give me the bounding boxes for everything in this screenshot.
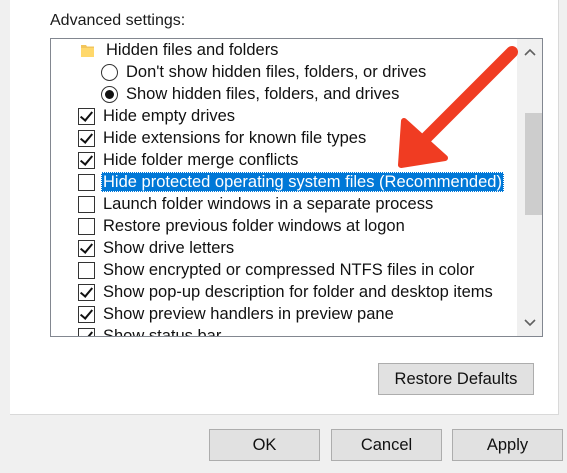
checkbox[interactable] [78,151,95,169]
tree-item-label: Hide extensions for known file types [103,129,367,147]
tree-item-label: Launch folder windows in a separate proc… [103,195,434,213]
advanced-settings-panel: Advanced settings: Hidden files and fold… [10,0,559,415]
tree-item-label: Show hidden files, folders, and drives [126,85,400,103]
checkbox-hide-merge-conflicts[interactable]: Hide folder merge conflicts [78,149,300,171]
radio-button-selected[interactable] [101,85,118,103]
scroll-up-button[interactable] [517,41,542,63]
tree-item-label: Hide empty drives [103,107,236,125]
advanced-settings-label: Advanced settings: [50,12,186,29]
tree-item-label: Show status bar [103,327,222,336]
checkbox[interactable] [78,129,95,147]
chevron-up-icon [523,48,536,56]
checkbox[interactable] [78,107,95,125]
tree-item-label: Show drive letters [103,239,235,257]
radio-show-hidden[interactable]: Show hidden files, folders, and drives [101,83,401,105]
checkbox-launch-separate-process[interactable]: Launch folder windows in a separate proc… [78,193,435,215]
cancel-button[interactable]: Cancel [331,429,442,461]
checkbox[interactable] [78,327,95,336]
checkbox[interactable] [78,195,95,213]
checkbox-show-popup-description[interactable]: Show pop-up description for folder and d… [78,281,495,303]
radio-button[interactable] [101,63,118,81]
tree-item-label: Hide protected operating system files (R… [101,172,504,192]
apply-button[interactable]: Apply [452,429,563,461]
checkbox[interactable] [78,173,95,191]
checkbox-restore-previous-windows[interactable]: Restore previous folder windows at logon [78,215,407,237]
checkbox[interactable] [78,305,95,323]
checkbox-show-status-bar[interactable]: Show status bar [78,325,223,336]
checkbox[interactable] [78,261,95,279]
checkbox-hide-extensions[interactable]: Hide extensions for known file types [78,127,368,149]
chevron-down-icon [523,319,536,327]
checkbox-show-drive-letters[interactable]: Show drive letters [78,237,236,259]
vertical-scrollbar[interactable] [517,39,542,336]
tree-item-hidden-files-folder[interactable]: Hidden files and folders [81,39,280,61]
advanced-settings-tree[interactable]: Hidden files and folders Don't show hidd… [50,38,543,337]
checkbox-show-preview-handlers[interactable]: Show preview handlers in preview pane [78,303,396,325]
scroll-down-button[interactable] [517,312,542,334]
checkbox-hide-empty-drives[interactable]: Hide empty drives [78,105,237,127]
advanced-settings-list: Hidden files and folders Don't show hidd… [51,39,517,336]
tree-item-label: Show pop-up description for folder and d… [103,283,493,301]
scroll-thumb[interactable] [525,113,542,215]
radio-dont-show-hidden[interactable]: Don't show hidden files, folders, or dri… [101,61,428,83]
tree-item-label: Show preview handlers in preview pane [103,305,394,323]
folder-icon [81,45,94,57]
ok-button[interactable]: OK [209,429,320,461]
tree-item-label: Show encrypted or compressed NTFS files … [103,261,475,279]
checkbox[interactable] [78,283,95,301]
restore-defaults-button[interactable]: Restore Defaults [378,363,534,395]
tree-item-label: Hide folder merge conflicts [103,151,299,169]
checkbox-hide-protected-os-files[interactable]: Hide protected operating system files (R… [78,171,504,193]
checkbox[interactable] [78,217,95,235]
tree-item-label: Don't show hidden files, folders, or dri… [126,63,427,81]
checkbox-show-encrypted-color[interactable]: Show encrypted or compressed NTFS files … [78,259,476,281]
checkbox[interactable] [78,239,95,257]
tree-item-label: Restore previous folder windows at logon [103,217,405,235]
tree-item-label: Hidden files and folders [106,41,279,59]
